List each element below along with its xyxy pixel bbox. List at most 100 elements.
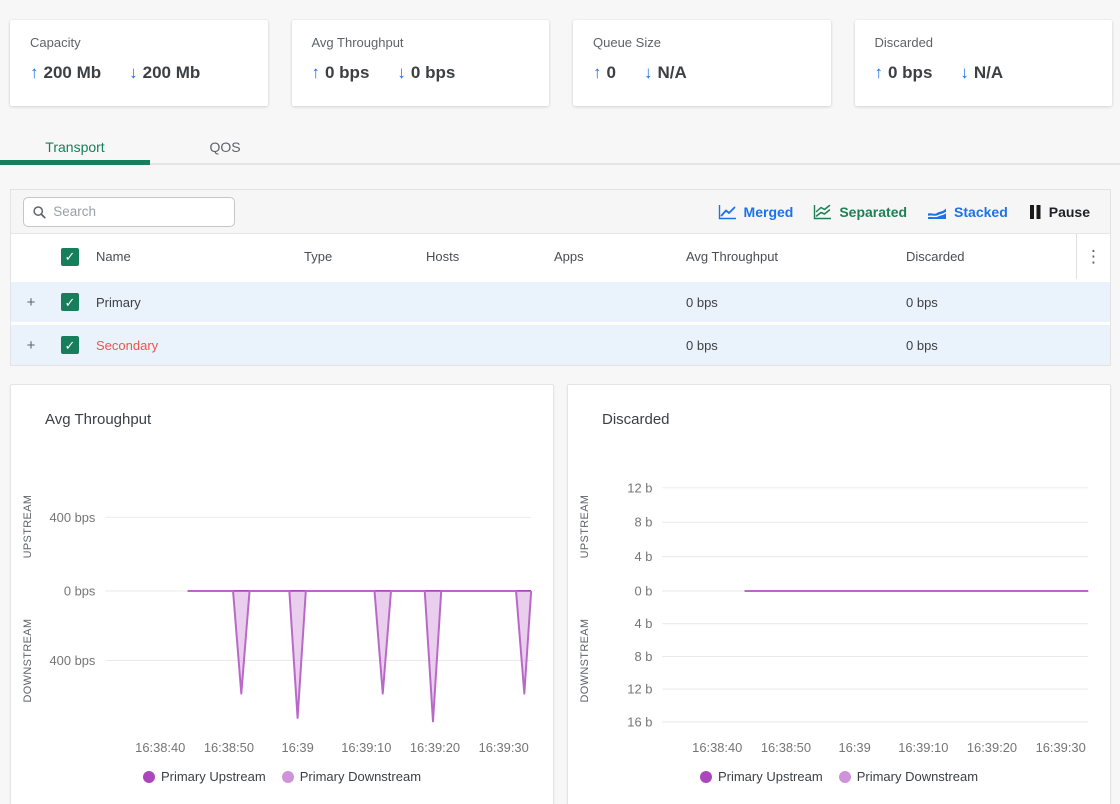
x-tick-label: 16:39:20 bbox=[410, 740, 460, 755]
cell-avg-throughput: 0 bps bbox=[686, 338, 906, 353]
stat-down-value: 0 bps bbox=[411, 63, 455, 83]
column-header-hosts[interactable]: Hosts bbox=[426, 249, 554, 264]
panel-axis-label: UPSTREAM bbox=[22, 495, 34, 559]
y-tick-label: 8 b bbox=[634, 515, 652, 530]
legend-label: Primary Downstream bbox=[300, 769, 421, 784]
table-row-secondary[interactable]: + Secondary 0 bps 0 bps bbox=[11, 325, 1110, 365]
legend-item: Primary Downstream bbox=[282, 769, 421, 784]
legend-dot-icon bbox=[143, 771, 155, 783]
row-checkbox[interactable] bbox=[61, 336, 79, 354]
x-tick-label: 16:39:30 bbox=[479, 740, 529, 755]
column-menu-kebab-icon[interactable]: ⋮ bbox=[1085, 248, 1102, 265]
y-tick-label: 8 b bbox=[634, 649, 652, 664]
legend-dot-icon bbox=[700, 771, 712, 783]
search-icon bbox=[32, 204, 46, 220]
up-arrow-icon: ↑ bbox=[312, 63, 321, 83]
stacked-view-button[interactable]: Stacked bbox=[917, 200, 1018, 224]
avg-throughput-chart: 400 bps 0 bps UPSTREAM 400 bps DOWNSTREAM 16:… bbox=[11, 431, 553, 765]
stat-down-value: N/A bbox=[657, 63, 686, 83]
x-tick-label: 16:39:20 bbox=[967, 740, 1017, 755]
merged-label: Merged bbox=[744, 204, 794, 220]
legend-label: Primary Upstream bbox=[161, 769, 266, 784]
avg-throughput-chart-card: Avg Throughput 400 bps0 bpsUPSTREAM400 b… bbox=[10, 384, 554, 804]
cell-discarded: 0 bps bbox=[906, 338, 1076, 353]
up-arrow-icon: ↑ bbox=[30, 63, 39, 83]
up-arrow-icon: ↑ bbox=[875, 63, 884, 83]
chart-legend: Primary Upstream Primary Downstream bbox=[11, 769, 553, 784]
panel-axis-label: DOWNSTREAM bbox=[22, 619, 34, 703]
stat-card-avg-throughput: Avg Throughput ↑0 bps ↓0 bps bbox=[292, 20, 550, 106]
y-tick-label: 0 b bbox=[634, 584, 652, 599]
down-arrow-icon: ↓ bbox=[397, 63, 406, 83]
legend-item: Primary Downstream bbox=[839, 769, 978, 784]
stat-label: Queue Size bbox=[593, 35, 811, 50]
charts-row: Avg Throughput 400 bps0 bpsUPSTREAM400 b… bbox=[10, 384, 1111, 804]
cell-name[interactable]: Primary bbox=[96, 295, 304, 310]
table-row-primary[interactable]: + Primary 0 bps 0 bps bbox=[11, 282, 1110, 322]
legend-dot-icon bbox=[282, 771, 294, 783]
stat-up-value: 0 bps bbox=[888, 63, 932, 83]
stat-up-value: 0 bps bbox=[325, 63, 369, 83]
x-tick-label: 16:38:40 bbox=[135, 740, 185, 755]
chart-legend: Primary Upstream Primary Downstream bbox=[568, 769, 1110, 784]
stat-card-queue-size: Queue Size ↑0 ↓N/A bbox=[573, 20, 831, 106]
tab-transport[interactable]: Transport bbox=[0, 133, 150, 163]
legend-item: Primary Upstream bbox=[700, 769, 823, 784]
stat-card-capacity: Capacity ↑200 Mb ↓200 Mb bbox=[10, 20, 268, 106]
column-header-name[interactable]: Name bbox=[96, 249, 304, 264]
y-tick-label: 400 bps bbox=[50, 510, 96, 525]
y-tick-label: 400 bps bbox=[50, 653, 96, 668]
column-header-type[interactable]: Type bbox=[304, 249, 426, 264]
merged-line-chart-icon bbox=[718, 204, 737, 220]
table-toolbar: Merged Separated Stacked Pause bbox=[11, 190, 1110, 234]
search-input[interactable] bbox=[53, 204, 226, 219]
separated-label: Separated bbox=[839, 204, 907, 220]
chart-title: Discarded bbox=[602, 411, 1110, 431]
down-arrow-icon: ↓ bbox=[644, 63, 653, 83]
panel-axis-label: UPSTREAM bbox=[579, 495, 591, 559]
expand-row-button[interactable]: + bbox=[11, 294, 51, 311]
table-header-row: Name Type Hosts Apps Avg Throughput Disc… bbox=[11, 234, 1110, 279]
legend-item: Primary Upstream bbox=[143, 769, 266, 784]
chart-title: Avg Throughput bbox=[45, 411, 553, 431]
merged-view-button[interactable]: Merged bbox=[708, 200, 804, 224]
pause-label: Pause bbox=[1049, 204, 1090, 220]
column-header-avg-throughput[interactable]: Avg Throughput bbox=[686, 249, 906, 264]
stat-label: Avg Throughput bbox=[312, 35, 530, 50]
x-tick-label: 16:39:10 bbox=[898, 740, 948, 755]
pause-button[interactable]: Pause bbox=[1018, 200, 1100, 224]
column-header-discarded[interactable]: Discarded bbox=[906, 249, 1076, 264]
y-tick-label: 0 bps bbox=[64, 584, 96, 599]
discarded-chart-card: Discarded 12 b8 b4 b0 bUPSTREAM4 b8 b12 … bbox=[567, 384, 1111, 804]
discarded-chart: 12 b8 b4 b0 bUPSTREAM4 b8 b12 b16 bDOWNS… bbox=[568, 431, 1110, 765]
select-all-checkbox[interactable] bbox=[61, 248, 79, 266]
down-arrow-icon: ↓ bbox=[960, 63, 969, 83]
panel-axis-label: DOWNSTREAM bbox=[579, 619, 591, 703]
legend-label: Primary Upstream bbox=[718, 769, 823, 784]
stat-label: Discarded bbox=[875, 35, 1093, 50]
y-tick-label: 4 b bbox=[634, 549, 652, 564]
separated-lines-chart-icon bbox=[813, 204, 832, 220]
x-tick-label: 16:39 bbox=[281, 740, 313, 755]
tab-qos[interactable]: QOS bbox=[150, 133, 300, 163]
stat-label: Capacity bbox=[30, 35, 248, 50]
up-arrow-icon: ↑ bbox=[593, 63, 602, 83]
expand-row-button[interactable]: + bbox=[11, 337, 51, 354]
row-checkbox[interactable] bbox=[61, 293, 79, 311]
x-tick-label: 16:39 bbox=[838, 740, 870, 755]
x-tick-label: 16:39:30 bbox=[1036, 740, 1086, 755]
stats-row: Capacity ↑200 Mb ↓200 Mb Avg Throughput … bbox=[0, 0, 1120, 106]
cell-discarded: 0 bps bbox=[906, 295, 1076, 310]
y-tick-label: 12 b bbox=[627, 480, 652, 495]
column-header-apps[interactable]: Apps bbox=[554, 249, 686, 264]
separated-view-button[interactable]: Separated bbox=[803, 200, 917, 224]
stat-card-discarded: Discarded ↑0 bps ↓N/A bbox=[855, 20, 1113, 106]
stat-up-value: 0 bbox=[607, 63, 616, 83]
x-tick-label: 16:39:10 bbox=[341, 740, 391, 755]
cell-name[interactable]: Secondary bbox=[96, 338, 304, 353]
cell-avg-throughput: 0 bps bbox=[686, 295, 906, 310]
y-tick-label: 12 b bbox=[627, 682, 652, 697]
stat-up-value: 200 Mb bbox=[44, 63, 102, 83]
search-box[interactable] bbox=[23, 197, 235, 227]
y-tick-label: 16 b bbox=[627, 714, 652, 729]
